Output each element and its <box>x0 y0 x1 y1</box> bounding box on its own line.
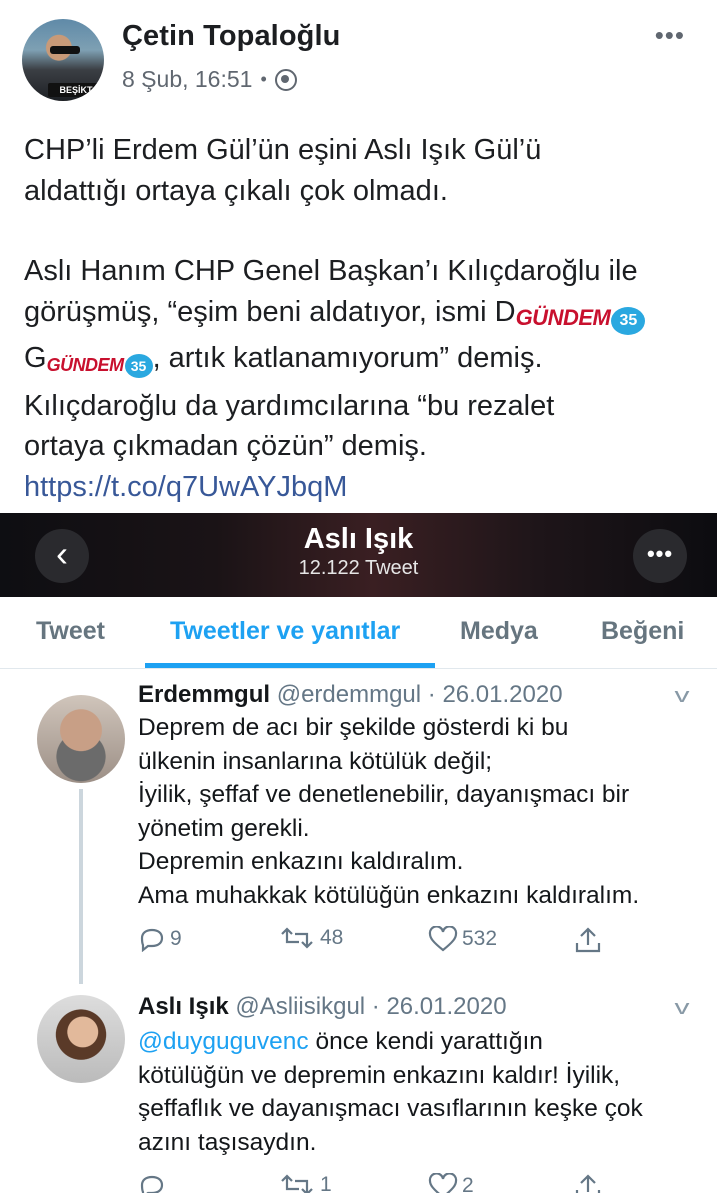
retweet-button[interactable]: 48 <box>278 926 343 950</box>
reply-button[interactable]: 9 <box>138 926 182 952</box>
share-button[interactable] <box>574 1173 606 1193</box>
post-header: BEŞİKT Çetin Topaloğlu 8 Şub, 16:51 • ••… <box>0 0 717 110</box>
active-tab-indicator <box>145 663 435 668</box>
post-line: Kılıçdaroğlu da yardımcılarına “bu rezal… <box>24 389 555 422</box>
author-name[interactable]: Çetin Topaloğlu <box>122 20 340 53</box>
tweet-handle-date: @erdemmgul · 26.01.2020 <box>276 681 563 708</box>
tab-tweets-and-replies[interactable]: Tweetler ve yanıtlar <box>170 617 400 646</box>
tweet-text: Deprem de acı bir şekilde gösterdi ki bu… <box>138 714 640 909</box>
like-button[interactable]: 532 <box>428 926 497 952</box>
tab-media[interactable]: Medya <box>460 617 538 646</box>
share-icon <box>575 1174 601 1193</box>
post-line: GGÜNDEM 35, artık katlanamıyorum” demiş. <box>24 338 704 386</box>
reply-button[interactable] <box>138 1173 170 1193</box>
tweet-header: Erdemmgul @erdemmgul · 26.01.2020 <box>138 681 563 709</box>
tab-likes[interactable]: Beğeni <box>601 617 684 646</box>
meta-separator: • <box>260 69 267 89</box>
post-meta: 8 Şub, 16:51 • <box>122 66 297 93</box>
chevron-down-icon[interactable]: v <box>675 685 690 708</box>
twitter-profile-bar: ‹ Aslı Işık 12.122 Tweet ••• <box>0 513 717 597</box>
gundem35-watermark-logo: GÜNDEM 35 <box>516 296 646 339</box>
tweet-author-name[interactable]: Aslı Işık <box>138 993 229 1020</box>
more-options-button[interactable]: ••• <box>655 22 685 48</box>
like-button[interactable]: 2 <box>428 1173 474 1193</box>
mention-link[interactable]: @duyguguvenc <box>138 1028 309 1055</box>
author-avatar[interactable]: BEŞİKT <box>22 19 104 101</box>
thread-line <box>79 789 83 984</box>
tweet-text: @duyguguvenc önce kendi yarattığın kötül… <box>138 1028 643 1156</box>
avatar-glasses <box>50 46 80 54</box>
post-line: ortaya çıkmadan çözün” demiş. <box>24 430 427 462</box>
tweet-author-name[interactable]: Erdemmgul <box>138 681 270 708</box>
avatar-badge: BEŞİKT <box>48 83 104 97</box>
twitter-screenshot[interactable]: ‹ Aslı Işık 12.122 Tweet ••• Tweet Tweet… <box>0 513 717 1193</box>
post-line: CHP’li Erdem Gül’ün eşini Aslı Işık Gül’… <box>24 134 542 166</box>
post-text: CHP’li Erdem Gül’ün eşini Aslı Işık Gül’… <box>24 130 704 507</box>
heart-icon <box>428 1173 458 1193</box>
retweet-button[interactable]: 1 <box>278 1173 332 1193</box>
tweet-header: Aslı Işık @Asliisikgul · 26.01.2020 <box>138 993 507 1021</box>
gundem35-watermark-logo: GÜNDEM 35 <box>47 342 153 386</box>
globe-icon <box>274 68 297 91</box>
tab-tweet[interactable]: Tweet <box>36 617 105 646</box>
tweet[interactable]: Aslı Işık @Asliisikgul · 26.01.2020 v @d… <box>0 985 717 1193</box>
chevron-down-icon[interactable]: v <box>675 997 690 1020</box>
tweet-actions: 1 2 <box>138 1173 618 1193</box>
retweet-icon <box>281 927 313 949</box>
post-link[interactable]: https://t.co/q7UwAYJbqM <box>24 471 347 503</box>
tweet-handle-date: @Asliisikgul · 26.01.2020 <box>235 993 507 1020</box>
reply-icon <box>140 928 164 952</box>
share-icon <box>575 927 601 953</box>
reply-icon <box>140 1175 164 1193</box>
post-line: görüşmüş, “eşim beni aldatıyor, ismi DGÜ… <box>24 292 704 339</box>
share-button[interactable] <box>574 926 606 954</box>
tweet[interactable]: Erdemmgul @erdemmgul · 26.01.2020 v Depr… <box>0 671 717 984</box>
profile-title: Aslı Işık <box>303 523 414 555</box>
retweet-icon <box>281 1174 313 1193</box>
post-line: Aslı Hanım CHP Genel Başkan’ı Kılıçdaroğ… <box>24 255 638 287</box>
tweet-actions: 9 48 532 <box>138 926 618 956</box>
post-line: aldattığı ortaya çıkalı çok olmadı. <box>24 174 448 207</box>
heart-icon <box>428 926 458 952</box>
profile-tabs: Tweet Tweetler ve yanıtlar Medya Beğeni <box>0 597 717 669</box>
more-icon[interactable]: ••• <box>633 529 687 583</box>
tweet-avatar[interactable] <box>37 995 125 1083</box>
tweet-avatar[interactable] <box>37 695 125 783</box>
post-date[interactable]: 8 Şub, 16:51 <box>122 66 252 93</box>
tweet-count: 12.122 Tweet <box>298 557 419 579</box>
